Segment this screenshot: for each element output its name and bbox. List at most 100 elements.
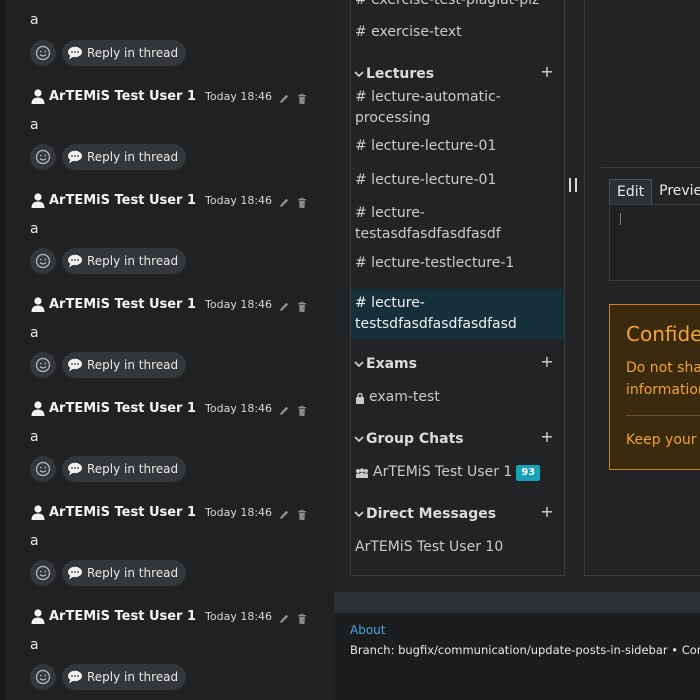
editor-divider	[601, 167, 700, 168]
lock-icon	[356, 392, 364, 404]
reply-in-thread-button[interactable]: Reply in thread	[62, 40, 187, 66]
sidebar-item-lecture[interactable]: # lecture-testasdfasdfasdfasdf	[351, 203, 564, 245]
add-reaction-button[interactable]	[30, 664, 56, 690]
timestamp: Today 18:46	[205, 89, 273, 103]
section-header-direct-messages[interactable]: Direct Messages +	[351, 503, 564, 525]
user-icon	[30, 504, 46, 520]
tab-edit[interactable]: Edit	[609, 179, 653, 204]
tab-preview[interactable]: Preview	[652, 179, 700, 204]
user-icon	[30, 608, 46, 624]
add-reaction-button[interactable]	[30, 40, 56, 66]
trash-icon[interactable]	[296, 610, 308, 624]
resize-handle[interactable]	[569, 178, 577, 194]
edit-icon[interactable]	[278, 402, 290, 415]
timestamp: Today 18:46	[205, 505, 273, 519]
page-footer: About Branch: bugfix/communication/updat…	[334, 592, 700, 700]
exam-channel-label: exam-test	[369, 389, 440, 405]
reply-in-thread-button[interactable]: Reply in thread	[62, 456, 187, 482]
user-icon	[30, 88, 46, 104]
add-reaction-button[interactable]	[30, 456, 56, 482]
edit-icon[interactable]	[278, 90, 290, 103]
message-text: a	[30, 221, 39, 237]
add-group-chat-button[interactable]: +	[540, 429, 554, 445]
reply-label: Reply in thread	[87, 358, 179, 372]
chevron-down-icon	[354, 436, 364, 443]
section-header-lectures[interactable]: Lectures +	[351, 63, 564, 85]
channel-sidebar: # exercise-test-plagiat-plz # exercise-t…	[350, 0, 565, 576]
reply-in-thread-button[interactable]: Reply in thread	[62, 664, 187, 690]
message-header: ArTEMiS Test User 1 Today 18:46	[30, 398, 308, 418]
speech-bubble-icon	[67, 46, 83, 60]
add-exam-channel-button[interactable]: +	[540, 354, 554, 370]
sidebar-item-lecture[interactable]: # lecture-lecture-01	[351, 170, 564, 191]
trash-icon[interactable]	[296, 194, 308, 208]
thread-panel: a Reply in thread ArTEMiS Test User 1 Today…	[0, 0, 334, 700]
sidebar-item-exam[interactable]: exam-test	[351, 387, 564, 408]
smiley-icon	[35, 461, 51, 477]
message-header: ArTEMiS Test User 1 Today 18:46	[30, 190, 308, 210]
section-title-direct-messages: Direct Messages	[366, 506, 497, 522]
smiley-icon	[35, 565, 51, 581]
message-header: ArTEMiS Test User 1 Today 18:46	[30, 606, 308, 626]
reply-in-thread-button[interactable]: Reply in thread	[62, 560, 187, 586]
sidebar-item-group-chat[interactable]: ArTEMiS Test User 1 93	[351, 462, 564, 483]
edit-icon[interactable]	[278, 610, 290, 623]
section-header-exams[interactable]: Exams +	[351, 353, 564, 375]
sidebar-item-lecture[interactable]: # lecture-lecture-01	[351, 136, 564, 157]
reply-label: Reply in thread	[87, 150, 179, 164]
smiley-icon	[35, 357, 51, 373]
user-icon	[30, 400, 46, 416]
timestamp: Today 18:46	[205, 297, 273, 311]
trash-icon[interactable]	[296, 90, 308, 104]
users-icon	[356, 467, 368, 478]
sidebar-item-lecture[interactable]: # lecture-testsdfasdfasdfasdfasd	[351, 289, 564, 339]
timestamp: Today 18:46	[205, 609, 273, 623]
sidebar-item-lecture[interactable]: # lecture-testlecture-1	[351, 253, 564, 274]
edit-icon[interactable]	[278, 298, 290, 311]
author-name[interactable]: ArTEMiS Test User 1	[49, 505, 196, 520]
confidential-warning: Confidential Do not share information Ke…	[609, 304, 700, 470]
smiley-icon	[35, 149, 51, 165]
trash-icon[interactable]	[296, 402, 308, 416]
add-reaction-button[interactable]	[30, 248, 56, 274]
edit-icon[interactable]	[278, 506, 290, 519]
user-icon	[30, 296, 46, 312]
edit-icon[interactable]	[278, 194, 290, 207]
author-name[interactable]: ArTEMiS Test User 1	[49, 193, 196, 208]
warning-line-1: Do not share	[626, 360, 700, 376]
author-name[interactable]: ArTEMiS Test User 1	[49, 401, 196, 416]
message-text: a	[30, 429, 39, 445]
speech-bubble-icon	[67, 358, 83, 372]
trash-icon[interactable]	[296, 298, 308, 312]
trash-icon[interactable]	[296, 506, 308, 520]
speech-bubble-icon	[67, 150, 83, 164]
sidebar-item-exercise-partial[interactable]: # exercise-test-plagiat-plz	[351, 0, 564, 11]
add-lecture-channel-button[interactable]: +	[540, 64, 554, 80]
add-reaction-button[interactable]	[30, 560, 56, 586]
about-link[interactable]: About	[350, 623, 385, 637]
post-editor-panel: Edit Preview Confidential Do not share i…	[584, 0, 700, 576]
chevron-down-icon	[354, 71, 364, 78]
section-title-group-chats: Group Chats	[366, 431, 464, 447]
author-name[interactable]: ArTEMiS Test User 1	[49, 89, 196, 104]
message-text: a	[30, 12, 39, 28]
add-reaction-button[interactable]	[30, 352, 56, 378]
timestamp: Today 18:46	[205, 401, 273, 415]
sidebar-item-exercise-text[interactable]: # exercise-text	[351, 22, 564, 43]
smiley-icon	[35, 45, 51, 61]
chevron-down-icon	[354, 361, 364, 368]
reply-in-thread-button[interactable]: Reply in thread	[62, 248, 187, 274]
message-editor[interactable]	[609, 204, 700, 281]
sidebar-item-lecture[interactable]: # lecture-automatic-processing	[351, 87, 564, 129]
speech-bubble-icon	[67, 566, 83, 580]
reply-in-thread-button[interactable]: Reply in thread	[62, 352, 187, 378]
author-name[interactable]: ArTEMiS Test User 1	[49, 297, 196, 312]
speech-bubble-icon	[67, 670, 83, 684]
speech-bubble-icon	[67, 254, 83, 268]
add-direct-message-button[interactable]: +	[540, 504, 554, 520]
section-header-group-chats[interactable]: Group Chats +	[351, 428, 564, 450]
reply-in-thread-button[interactable]: Reply in thread	[62, 144, 187, 170]
sidebar-item-direct-message[interactable]: ArTEMiS Test User 10	[351, 537, 564, 558]
add-reaction-button[interactable]	[30, 144, 56, 170]
author-name[interactable]: ArTEMiS Test User 1	[49, 609, 196, 624]
